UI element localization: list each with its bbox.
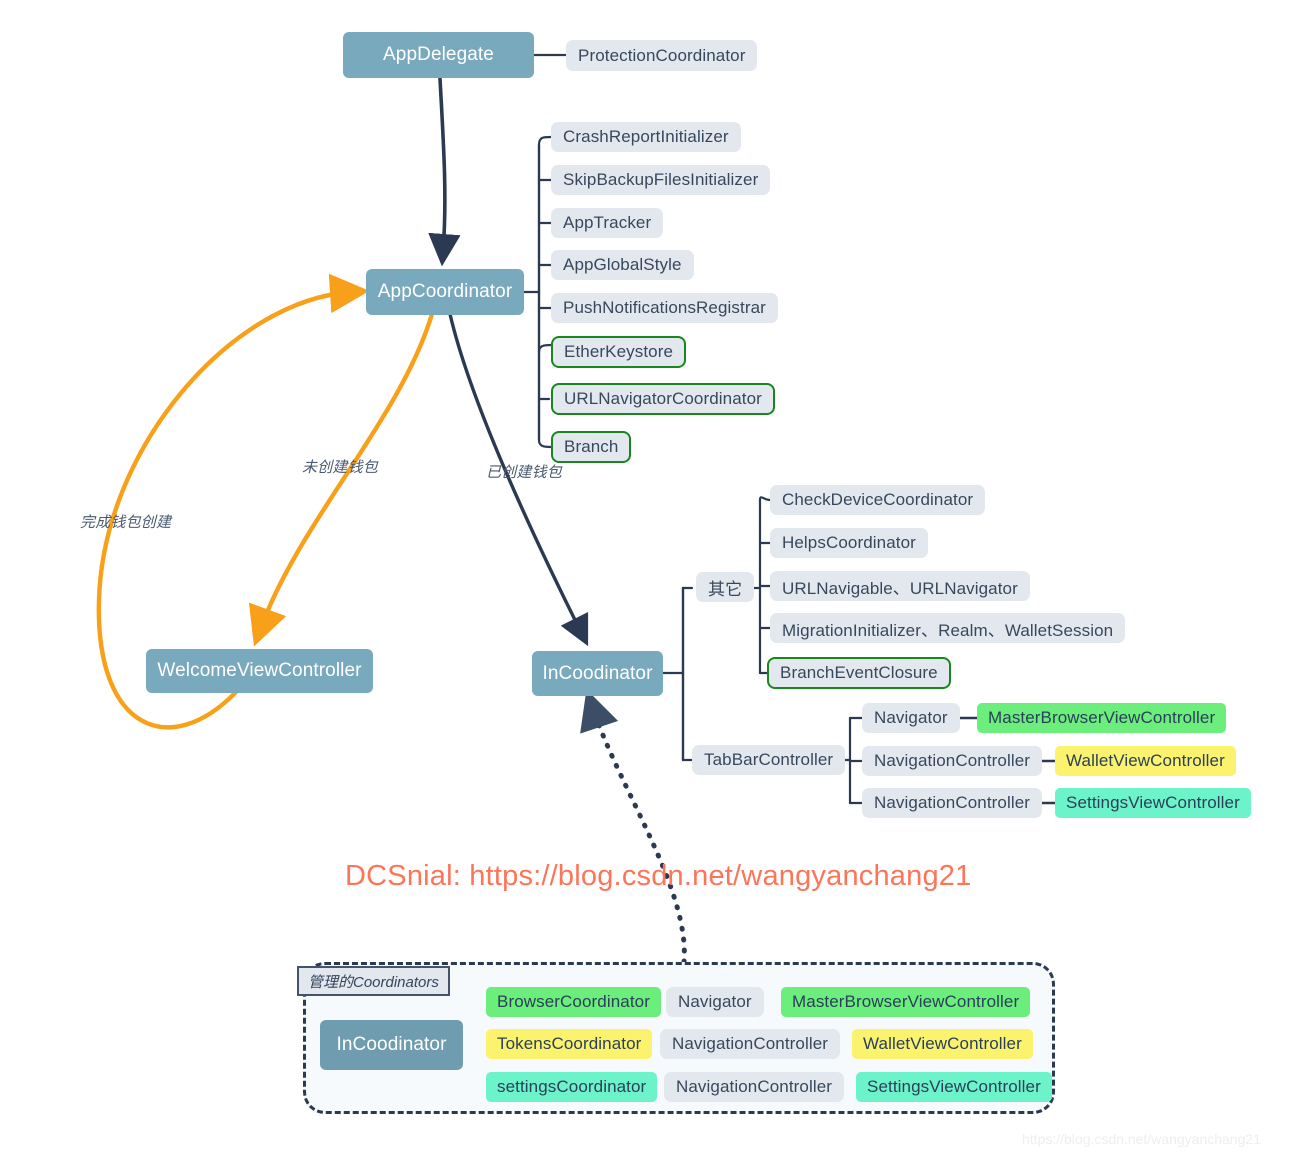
group-node-in-coodinator[interactable]: InCoodinator xyxy=(320,1020,463,1070)
node-navigation-controller-1[interactable]: NavigationController xyxy=(862,746,1043,776)
node-label: WelcomeViewController xyxy=(157,660,362,681)
node-wallet-view-controller[interactable]: WalletViewController xyxy=(1055,746,1236,776)
managed-coordinators-label: 管理的Coordinators xyxy=(297,966,450,996)
node-in-coodinator[interactable]: InCoodinator xyxy=(532,651,663,696)
edge-label-wallet-not-created: 未创建钱包 xyxy=(302,459,379,476)
node-branch[interactable]: Branch xyxy=(551,431,632,463)
node-ether-keystore[interactable]: EtherKeystore xyxy=(551,336,687,368)
node-label: URLNavigable、URLNavigator xyxy=(782,578,1018,598)
node-label: MigrationInitializer、Realm、WalletSession xyxy=(782,620,1114,640)
node-master-browser-view-controller[interactable]: MasterBrowserViewController xyxy=(977,703,1227,733)
node-skip-backup-files-initializer[interactable]: SkipBackupFilesInitializer xyxy=(551,165,771,195)
group-node-navigation-controller-2[interactable]: NavigationController xyxy=(664,1072,845,1102)
node-label: NavigationController xyxy=(676,1077,833,1096)
node-label: AppTracker xyxy=(563,213,652,232)
group-node-navigation-controller-1[interactable]: NavigationController xyxy=(660,1029,841,1059)
node-label: InCoodinator xyxy=(542,662,653,684)
node-label: MasterBrowserViewController xyxy=(792,992,1020,1011)
node-label: ProtectionCoordinator xyxy=(578,45,746,65)
node-url-navigable[interactable]: URLNavigable、URLNavigator xyxy=(770,571,1030,601)
group-node-settings-coordinator[interactable]: settingsCoordinator xyxy=(486,1072,658,1102)
node-label: URLNavigatorCoordinator xyxy=(564,389,762,408)
node-tab-bar-controller[interactable]: TabBarController xyxy=(692,745,846,775)
node-crash-report-initializer[interactable]: CrashReportInitializer xyxy=(551,122,741,152)
node-label: PushNotificationsRegistrar xyxy=(563,298,766,317)
node-label: EtherKeystore xyxy=(564,342,674,361)
node-label: AppCoordinator xyxy=(377,281,513,302)
node-label: TokensCoordinator xyxy=(497,1034,642,1053)
edge-label-wallet-created: 已创建钱包 xyxy=(486,464,563,481)
watermark-main: DCSnial: https://blog.csdn.net/wangyanch… xyxy=(345,860,972,892)
edge-label-wallet-creation-finished: 完成钱包创建 xyxy=(80,514,172,531)
node-branch-event-closure[interactable]: BranchEventClosure xyxy=(767,657,951,689)
group-node-browser-coordinator[interactable]: BrowserCoordinator xyxy=(486,987,661,1017)
node-label: NavigationController xyxy=(874,751,1031,770)
node-label: NavigationController xyxy=(874,793,1031,812)
node-navigator[interactable]: Navigator xyxy=(862,703,960,733)
node-settings-view-controller[interactable]: SettingsViewController xyxy=(1055,788,1251,818)
group-node-settings-view-controller[interactable]: SettingsViewController xyxy=(856,1072,1052,1102)
watermark-corner: https://blog.csdn.net/wangyanchang21 xyxy=(1022,1131,1261,1147)
node-label: WalletViewController xyxy=(1066,751,1225,770)
node-label: BranchEventClosure xyxy=(780,663,938,682)
node-label: MasterBrowserViewController xyxy=(988,708,1216,727)
node-label: settingsCoordinator xyxy=(497,1077,647,1096)
group-node-master-browser-view-controller[interactable]: MasterBrowserViewController xyxy=(781,987,1031,1017)
node-label: CheckDeviceCoordinator xyxy=(782,490,974,509)
node-label: InCoodinator xyxy=(336,1034,447,1055)
node-app-tracker[interactable]: AppTracker xyxy=(551,208,664,238)
node-label: Navigator xyxy=(678,992,752,1011)
node-other-group[interactable]: 其它 xyxy=(696,572,755,602)
node-label: Branch xyxy=(564,437,619,456)
node-label: SettingsViewController xyxy=(867,1077,1041,1096)
diagram-canvas: AppDelegate ProtectionCoordinator AppCoo… xyxy=(0,0,1300,1160)
node-navigation-controller-2[interactable]: NavigationController xyxy=(862,788,1043,818)
node-protection-coordinator[interactable]: ProtectionCoordinator xyxy=(566,40,758,71)
node-label: AppDelegate xyxy=(383,44,494,65)
node-label: CrashReportInitializer xyxy=(563,127,729,146)
node-app-delegate[interactable]: AppDelegate xyxy=(343,32,534,78)
node-url-navigator-coordinator[interactable]: URLNavigatorCoordinator xyxy=(551,383,775,415)
node-push-notifications-registrar[interactable]: PushNotificationsRegistrar xyxy=(551,293,778,323)
node-label: Navigator xyxy=(874,708,948,727)
node-welcome-view-controller[interactable]: WelcomeViewController xyxy=(146,649,373,693)
node-label: NavigationController xyxy=(672,1034,829,1053)
node-helps-coordinator[interactable]: HelpsCoordinator xyxy=(770,528,928,558)
node-app-coordinator[interactable]: AppCoordinator xyxy=(366,269,524,315)
node-label: SkipBackupFilesInitializer xyxy=(563,170,759,189)
group-node-tokens-coordinator[interactable]: TokensCoordinator xyxy=(486,1029,653,1059)
node-app-global-style[interactable]: AppGlobalStyle xyxy=(551,250,694,280)
node-label: WalletViewController xyxy=(863,1034,1022,1053)
group-node-wallet-view-controller[interactable]: WalletViewController xyxy=(852,1029,1033,1059)
node-label: BrowserCoordinator xyxy=(497,992,650,1011)
node-label: HelpsCoordinator xyxy=(782,533,916,552)
node-migration-initializer[interactable]: MigrationInitializer、Realm、WalletSession xyxy=(770,613,1126,643)
node-label: TabBarController xyxy=(704,750,834,769)
group-node-navigator[interactable]: Navigator xyxy=(666,987,764,1017)
node-check-device-coordinator[interactable]: CheckDeviceCoordinator xyxy=(770,485,986,515)
node-label: 其它 xyxy=(708,579,743,599)
node-label: AppGlobalStyle xyxy=(563,255,682,274)
node-label: SettingsViewController xyxy=(1066,793,1240,812)
